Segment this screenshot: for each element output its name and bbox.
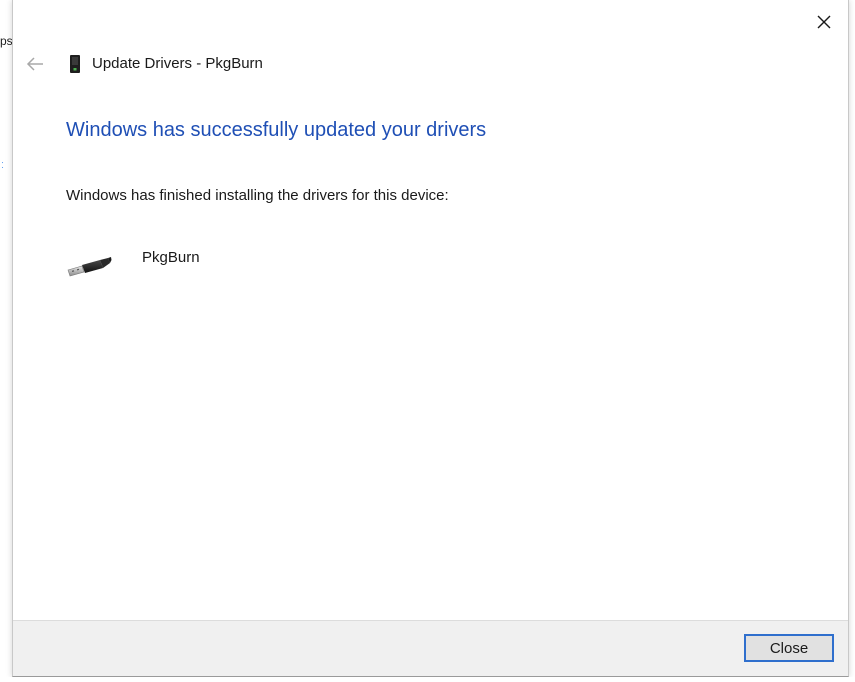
background-text: ps xyxy=(0,34,12,48)
bottom-edge xyxy=(0,677,855,682)
close-button-label: Close xyxy=(769,639,809,657)
close-button[interactable]: Close xyxy=(744,634,834,662)
background-link: ː xyxy=(1,159,5,171)
update-drivers-dialog: Update Drivers - PkgBurn Windows has suc… xyxy=(12,0,849,677)
usb-device-icon xyxy=(69,54,81,74)
usb-cable-icon xyxy=(66,252,112,282)
back-arrow-icon[interactable] xyxy=(23,52,47,76)
background-window-edge: ps ː xyxy=(0,0,12,682)
device-name: PkgBurn xyxy=(142,249,200,266)
status-message: Windows has finished installing the driv… xyxy=(66,187,449,204)
dialog-footer: Close xyxy=(13,620,848,676)
close-icon[interactable] xyxy=(810,8,838,36)
success-heading: Windows has successfully updated your dr… xyxy=(66,119,487,141)
window-title: Update Drivers - PkgBurn xyxy=(92,55,263,72)
